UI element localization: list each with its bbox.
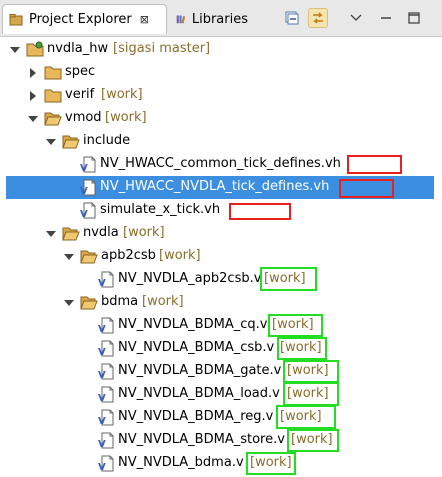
folder-icon	[44, 87, 62, 104]
verilog-file-icon	[80, 179, 98, 196]
tree-item-label: NV_HWACC_NVDLA_tick_defines.vh	[100, 179, 330, 194]
link-with-editor-icon	[313, 12, 323, 24]
maximize-icon	[408, 12, 420, 24]
library-decoration: [work]	[142, 294, 184, 309]
folder-icon	[44, 64, 62, 81]
tree-item-nvdla[interactable]: nvdla [work]	[0, 222, 442, 245]
collapse-all-button[interactable]	[282, 8, 302, 28]
verilog-file-icon	[98, 340, 116, 357]
tree-item-file[interactable]: NV_NVDLA_apb2csb.v [work]	[0, 268, 442, 291]
tree-item-label: NV_NVDLA_BDMA_gate.v	[118, 363, 282, 378]
link-with-editor-button[interactable]	[308, 8, 328, 28]
library-decoration: [work]	[105, 110, 147, 125]
minimize-icon	[381, 17, 391, 19]
library-decoration: [work]	[101, 87, 143, 102]
tree-item-include[interactable]: include	[0, 130, 442, 153]
libraries-icon	[176, 15, 186, 24]
tree-item-label: NV_HWACC_common_tick_defines.vh	[100, 156, 341, 171]
verilog-file-icon	[98, 409, 116, 426]
collapse-all-icon	[285, 11, 299, 25]
view-tab-bar: Project Explorer ⊠ Libraries	[0, 0, 442, 37]
close-icon[interactable]: ⊠	[140, 13, 149, 26]
tree-item-label: NV_NVDLA_BDMA_load.v	[118, 386, 280, 401]
tree-item-file[interactable]: NV_NVDLA_BDMA_cq.v [work]	[0, 314, 442, 337]
tree-item-label: bdma	[101, 294, 139, 309]
red-highlight-box	[229, 203, 291, 220]
tree-item-apb2csb[interactable]: apb2csb [work]	[0, 245, 442, 268]
expand-arrow-icon[interactable]	[46, 139, 56, 145]
tree-item-label: apb2csb	[101, 248, 156, 263]
folder-open-icon	[62, 225, 80, 242]
folder-open-icon	[44, 110, 62, 127]
expand-arrow-icon[interactable]	[64, 254, 74, 260]
tree-item-label: NV_NVDLA_bdma.v	[118, 455, 244, 470]
verilog-file-icon	[98, 455, 116, 472]
tree-item-label: nvdla	[83, 225, 119, 240]
tree-item-label: spec	[65, 64, 96, 79]
expand-arrow-icon[interactable]	[10, 47, 20, 53]
project-icon	[26, 41, 44, 58]
git-branch-decoration: [sigasi master]	[113, 41, 211, 56]
tree-item-label: NV_NVDLA_apb2csb.v	[118, 271, 262, 286]
green-highlight-box	[260, 267, 317, 291]
folder-open-icon	[80, 248, 98, 265]
tree-item-label: NV_NVDLA_BDMA_reg.v	[118, 409, 274, 424]
tree-item-label: simulate_x_tick.vh	[100, 202, 221, 217]
verilog-file-icon	[98, 363, 116, 380]
folder-open-icon	[80, 294, 98, 311]
green-highlight-box	[277, 337, 327, 360]
tab-libraries[interactable]: Libraries	[170, 4, 254, 34]
tree-item-file[interactable]: NV_NVDLA_BDMA_load.v [work]	[0, 383, 442, 406]
tab-libraries-label: Libraries	[191, 11, 248, 27]
green-highlight-box	[246, 452, 296, 475]
tab-project-explorer-label: Project Explorer	[29, 12, 132, 27]
view-menu-button[interactable]	[346, 8, 366, 28]
tree-item-label: include	[83, 133, 131, 148]
maximize-button[interactable]	[404, 8, 424, 28]
green-highlight-box	[276, 405, 336, 429]
tab-project-explorer[interactable]: Project Explorer ⊠	[2, 4, 167, 34]
tree-item-label: NV_NVDLA_BDMA_csb.v	[118, 340, 275, 355]
tree-item-verif[interactable]: verif [work]	[0, 84, 442, 107]
tree-item-label: NV_NVDLA_BDMA_cq.v	[118, 317, 268, 332]
verilog-file-icon	[98, 386, 116, 403]
tree-item-bdma[interactable]: bdma [work]	[0, 291, 442, 314]
tree-item-file[interactable]: NV_NVDLA_BDMA_csb.v [work]	[0, 337, 442, 360]
tree-item-file[interactable]: NV_NVDLA_BDMA_store.v [work]	[0, 429, 442, 452]
tree-item-label: vmod	[65, 110, 102, 125]
chevron-down-icon	[350, 14, 362, 21]
verilog-file-icon	[98, 271, 116, 288]
minimize-button[interactable]	[376, 8, 396, 28]
green-highlight-box	[268, 314, 323, 337]
tree-item-nvdla-hw[interactable]: nvdla_hw [sigasi master]	[0, 38, 442, 61]
red-highlight-box	[339, 179, 394, 198]
tree-item-label: nvdla_hw	[47, 41, 109, 56]
tree-item-label: NV_NVDLA_BDMA_store.v	[118, 432, 285, 447]
library-decoration: [work]	[159, 248, 201, 263]
collapse-arrow-icon[interactable]	[30, 68, 36, 78]
tree-item-spec[interactable]: spec	[0, 61, 442, 84]
expand-arrow-icon[interactable]	[28, 116, 38, 122]
tree-item-vmod[interactable]: vmod [work]	[0, 107, 442, 130]
tree-item-file[interactable]: NV_NVDLA_BDMA_gate.v [work]	[0, 360, 442, 383]
expand-arrow-icon[interactable]	[64, 300, 74, 306]
collapse-arrow-icon[interactable]	[30, 91, 36, 101]
green-highlight-box	[287, 429, 339, 452]
folder-open-icon	[62, 133, 80, 150]
verilog-file-icon	[98, 317, 116, 334]
expand-arrow-icon[interactable]	[46, 231, 56, 237]
green-highlight-box	[283, 382, 339, 406]
verilog-file-icon	[80, 156, 98, 173]
green-highlight-box	[283, 360, 339, 383]
tree-item-file[interactable]: simulate_x_tick.vh	[0, 199, 442, 222]
tree-item-file[interactable]: NV_NVDLA_BDMA_reg.v [work]	[0, 406, 442, 429]
red-highlight-box	[347, 155, 402, 174]
tree-item-label: verif	[65, 87, 95, 102]
project-tree: nvdla_hw [sigasi master] spec verif [wor…	[0, 36, 442, 477]
verilog-file-icon	[98, 432, 116, 449]
verilog-file-icon	[80, 202, 98, 219]
library-decoration: [work]	[123, 225, 165, 240]
folder-tree-icon	[9, 13, 23, 25]
tree-item-file[interactable]: NV_NVDLA_bdma.v [work]	[0, 452, 442, 475]
